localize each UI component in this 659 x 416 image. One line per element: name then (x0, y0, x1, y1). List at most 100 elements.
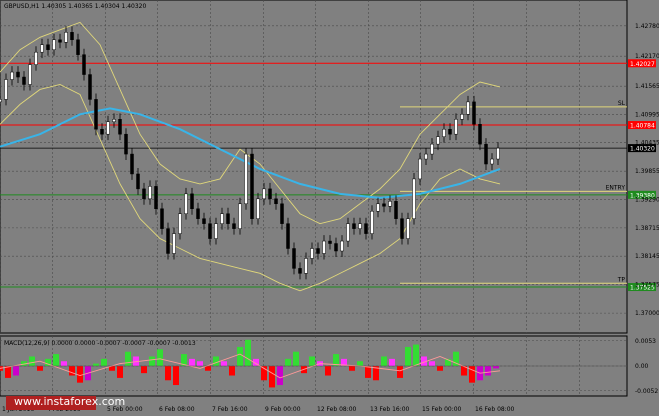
candle-body (154, 186, 158, 209)
macd-bar (93, 363, 99, 366)
candle-body (16, 71, 20, 78)
candle-body (346, 223, 350, 242)
candle-body (406, 218, 410, 239)
candle-body (160, 208, 164, 229)
candle-body (460, 114, 464, 120)
candle-body (58, 39, 62, 43)
candle-body (244, 153, 248, 205)
candle-body (376, 203, 380, 212)
candle-body (478, 124, 482, 145)
candle-body (94, 99, 98, 130)
candle-body (10, 71, 14, 80)
macd-bar (245, 339, 251, 366)
candle-body (316, 248, 320, 254)
macd-bar (13, 366, 19, 376)
candle-body (292, 248, 296, 269)
macd-label: MACD(12,26,9) 0.0000 0.0000 -0.0007 -0.0… (4, 340, 196, 347)
macd-bar (5, 366, 11, 378)
macd-bar (125, 351, 131, 366)
candle-body (334, 243, 338, 252)
price-tick-label: 1.42170 (635, 53, 659, 60)
candle-body (436, 136, 440, 145)
candle-body (388, 201, 392, 207)
candle-body (352, 223, 356, 229)
candle-body (172, 233, 176, 254)
macd-bar (405, 346, 411, 366)
candle-body (394, 201, 398, 219)
candle-body (184, 193, 188, 214)
candle-body (214, 223, 218, 239)
candle-body (28, 64, 32, 85)
candle-body (382, 203, 386, 207)
candle-body (358, 223, 362, 229)
candle-body (484, 143, 488, 165)
macd-bar (237, 346, 243, 366)
price-tick-label: 1.42780 (635, 23, 659, 30)
candle-body (112, 119, 116, 123)
candle-body (472, 101, 476, 125)
candle-body (82, 54, 86, 75)
candle-body (166, 228, 170, 254)
candle-body (124, 133, 128, 155)
macd-bar (485, 366, 491, 376)
chart-background (0, 0, 659, 416)
candle-body (100, 128, 104, 135)
macd-bar (437, 366, 443, 371)
macd-bar (357, 361, 363, 366)
candle-body (418, 158, 422, 180)
macd-bar (285, 358, 291, 366)
candle-body (4, 79, 8, 100)
macd-bar (221, 361, 227, 366)
macd-bar (349, 366, 355, 371)
macd-bar (309, 356, 315, 366)
annotation-label: ENTRY (606, 184, 626, 191)
chart-canvas: 1.420271.407841.393801.37525SLENTRYTP1.4… (0, 0, 659, 416)
candle-body (340, 240, 344, 252)
candle-body (298, 268, 302, 274)
candle-body (196, 208, 200, 219)
macd-bar (293, 351, 299, 366)
candle-body (232, 223, 236, 229)
macd-bar (389, 358, 395, 366)
macd-bar (397, 366, 403, 378)
price-tick-label: 1.37000 (635, 310, 659, 317)
candle-body (64, 32, 68, 43)
candle-body (238, 203, 242, 229)
candle-body (148, 186, 152, 200)
candle-body (286, 223, 290, 249)
macd-bar (61, 361, 67, 366)
macd-bar (429, 361, 435, 366)
candle-body (118, 119, 122, 135)
candle-body (226, 213, 230, 224)
time-tick-label: 6 Feb 08:00 (159, 406, 195, 413)
candle-body (88, 74, 92, 100)
candle-body (430, 143, 434, 155)
time-tick-label: 7 Feb 16:00 (212, 406, 248, 413)
candle-body (52, 39, 56, 50)
candle-body (40, 44, 44, 53)
macd-bar (157, 349, 163, 366)
time-tick-label: 15 Feb 00:00 (422, 406, 462, 413)
candle-body (220, 213, 224, 224)
candle-body (22, 76, 26, 85)
candle-body (310, 248, 314, 259)
candle-body (442, 128, 446, 137)
candle-body (202, 218, 206, 224)
candle-body (322, 240, 326, 254)
macd-bar (149, 356, 155, 366)
candle-body (448, 128, 452, 135)
price-tick-label: 1.37575 (635, 282, 659, 289)
level-label: 1.40784 (630, 123, 655, 130)
macd-bar (229, 366, 235, 376)
candle-body (280, 203, 284, 224)
candle-body (208, 223, 212, 239)
candle-body (400, 218, 404, 239)
current-price-label: 1.40320 (630, 146, 655, 153)
candle-body (364, 223, 368, 234)
candle-body (490, 158, 494, 165)
candle-body (304, 258, 308, 274)
candle-body (424, 153, 428, 160)
candle-body (268, 188, 272, 200)
macd-bar (325, 366, 331, 376)
macd-bar (101, 358, 107, 366)
